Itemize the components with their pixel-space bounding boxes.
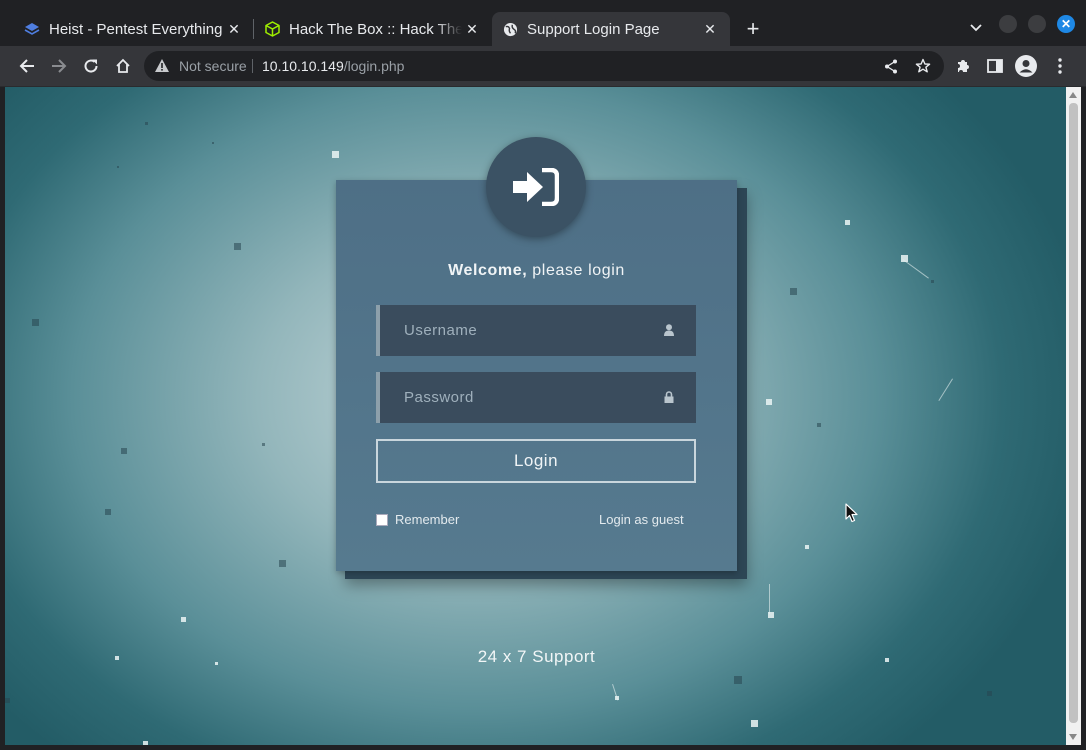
- tab-title: Hack The Box :: Hack The Box: [289, 20, 462, 38]
- cube-icon: [264, 21, 280, 37]
- particle: [332, 151, 339, 158]
- welcome-rest: please login: [527, 262, 625, 279]
- home-icon[interactable]: [111, 54, 135, 78]
- minimize-button[interactable]: [999, 15, 1017, 33]
- sign-in-icon: [486, 137, 586, 237]
- globe-icon: [502, 21, 518, 37]
- tab-heist[interactable]: Heist - Pentest Everything ✕: [0, 12, 254, 46]
- particle: [766, 399, 772, 405]
- particle: [145, 122, 148, 125]
- tab-title: Heist - Pentest Everything: [49, 20, 223, 38]
- menu-icon[interactable]: [1048, 54, 1072, 78]
- remember-label: Remember: [395, 512, 460, 527]
- particle: [181, 617, 186, 622]
- particle: [215, 662, 218, 665]
- maximize-button[interactable]: [1028, 15, 1046, 33]
- tab-search-icon[interactable]: [966, 18, 986, 38]
- bookmark-star-icon[interactable]: [911, 54, 935, 78]
- tab-hackthebox[interactable]: Hack The Box :: Hack The Box ✕: [254, 12, 492, 46]
- window-frame-bottom: [0, 745, 1086, 750]
- vertical-scrollbar[interactable]: [1066, 87, 1081, 745]
- window-frame-left: [0, 87, 5, 750]
- particle: [790, 288, 797, 295]
- welcome-bold: Welcome,: [448, 262, 528, 279]
- particle: [817, 423, 821, 427]
- particle: [931, 280, 934, 283]
- particle: [32, 319, 39, 326]
- address-bar[interactable]: Not secure 10.10.10.149/login.php: [144, 51, 944, 81]
- particle: [262, 443, 265, 446]
- particle: [5, 698, 10, 703]
- reload-icon[interactable]: [79, 54, 103, 78]
- scrollbar-thumb[interactable]: [1069, 103, 1078, 723]
- particle: [751, 720, 758, 727]
- tab-strip: Heist - Pentest Everything ✕ Hack The Bo…: [0, 0, 1086, 46]
- mouse-cursor-icon: [845, 503, 859, 523]
- close-tab-icon[interactable]: ✕: [700, 19, 720, 39]
- particle: [885, 658, 889, 662]
- username-input[interactable]: [380, 305, 660, 356]
- password-input[interactable]: [380, 372, 660, 423]
- password-field[interactable]: [376, 372, 696, 423]
- support-footer: 24 x 7 Support: [477, 647, 596, 666]
- login-button[interactable]: Login: [376, 439, 696, 483]
- particle: [734, 676, 742, 684]
- close-window-button[interactable]: ✕: [1057, 15, 1075, 33]
- particle: [279, 560, 286, 567]
- url-path: /login.php: [343, 58, 405, 74]
- url-host: 10.10.10.149: [262, 58, 344, 74]
- particle: [845, 220, 850, 225]
- back-icon[interactable]: [15, 54, 39, 78]
- login-as-guest-link[interactable]: Login as guest: [599, 512, 684, 527]
- profile-icon[interactable]: [1014, 54, 1038, 78]
- welcome-heading: Welcome, please login: [336, 262, 737, 280]
- scroll-down-icon[interactable]: [1069, 734, 1077, 740]
- username-field[interactable]: [376, 305, 696, 356]
- particle: [805, 545, 809, 549]
- close-tab-icon[interactable]: ✕: [224, 19, 244, 39]
- particle: [105, 509, 111, 515]
- share-icon[interactable]: [879, 54, 903, 78]
- particle: [987, 691, 992, 696]
- page-viewport: Welcome, please login Login Remember Log…: [5, 87, 1066, 745]
- browser-toolbar: Not secure 10.10.10.149/login.php: [0, 46, 1086, 87]
- particle-link: [938, 378, 953, 402]
- particle: [212, 142, 214, 144]
- extensions-icon[interactable]: [951, 54, 975, 78]
- particle-link: [769, 584, 770, 614]
- new-tab-button[interactable]: +: [740, 16, 766, 42]
- window-frame-right: [1081, 87, 1086, 750]
- particle-link: [902, 259, 929, 279]
- particle: [117, 166, 119, 168]
- side-panel-icon[interactable]: [983, 54, 1007, 78]
- security-label[interactable]: Not secure: [179, 58, 247, 74]
- address-divider: [252, 59, 253, 73]
- user-icon: [664, 323, 676, 337]
- url-text[interactable]: 10.10.10.149/login.php: [262, 58, 404, 74]
- forward-icon[interactable]: [47, 54, 71, 78]
- remember-option[interactable]: Remember: [376, 512, 459, 527]
- scroll-up-icon[interactable]: [1069, 92, 1077, 98]
- lock-icon: [664, 390, 676, 404]
- particle: [234, 243, 241, 250]
- remember-checkbox[interactable]: [376, 513, 388, 526]
- particle: [121, 448, 127, 454]
- warning-icon[interactable]: [154, 58, 170, 74]
- particle: [115, 656, 119, 660]
- tab-title: Support Login Page: [527, 20, 660, 38]
- layers-icon: [24, 21, 40, 37]
- tab-support-login[interactable]: Support Login Page ✕: [492, 12, 730, 46]
- close-tab-icon[interactable]: ✕: [462, 19, 482, 39]
